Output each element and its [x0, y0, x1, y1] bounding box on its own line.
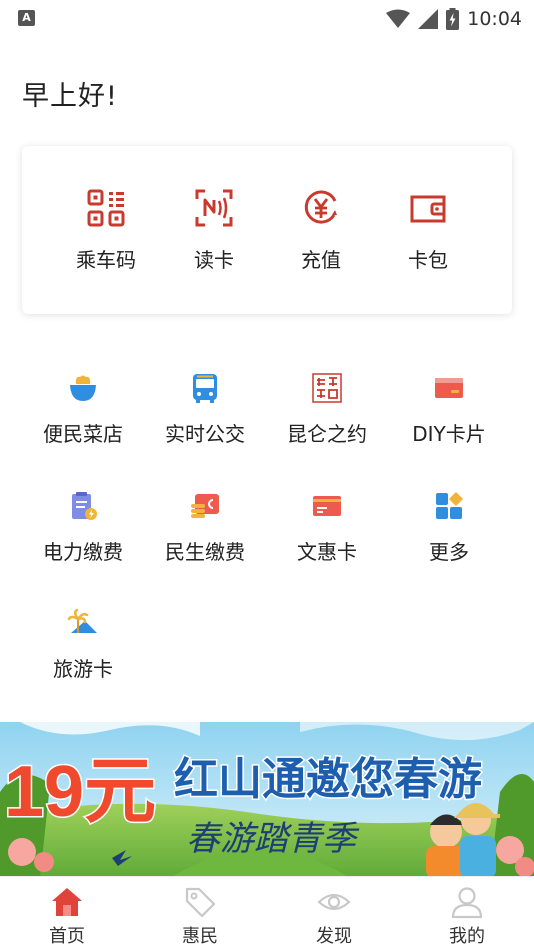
tab-benefits-label: 惠民 — [182, 926, 218, 947]
tab-home-label: 首页 — [49, 926, 85, 947]
kunlun-seal-icon — [312, 373, 342, 403]
wallet-payment-icon — [191, 494, 219, 518]
service-label: 民生缴费 — [165, 540, 245, 564]
card-icon — [435, 378, 463, 398]
qr-code-icon — [87, 189, 125, 227]
service-culture-card[interactable]: 文惠卡 — [266, 490, 388, 565]
bus-icon — [193, 374, 217, 403]
yuan-recharge-icon — [304, 190, 337, 224]
tag-icon — [185, 887, 216, 918]
more-grid-icon — [436, 492, 463, 519]
banner-headline: 红山通邀您春游 — [174, 754, 482, 805]
service-label: 文惠卡 — [297, 540, 357, 564]
status-icons: 10:04 — [386, 6, 522, 32]
banner-subtitle: 春游踏青季 — [186, 819, 360, 859]
recharge-label: 充值 — [301, 248, 341, 272]
travel-palm-icon — [67, 608, 97, 633]
service-label: 旅游卡 — [53, 657, 113, 681]
cell-signal-icon — [418, 9, 439, 29]
read-card-button[interactable]: 读卡 — [160, 188, 268, 273]
tab-discover-label: 发现 — [316, 926, 352, 947]
culture-card-icon — [313, 496, 341, 516]
service-label: 便民菜店 — [43, 422, 123, 446]
eye-icon — [317, 893, 351, 911]
service-electric-bill[interactable]: 电力缴费 — [22, 490, 144, 565]
service-convenience-veg[interactable]: 便民菜店 — [22, 372, 144, 447]
vegetable-basket-icon — [70, 375, 96, 401]
wifi-icon — [386, 9, 411, 28]
service-label: 更多 — [429, 540, 469, 564]
service-travel-card[interactable]: 旅游卡 — [22, 607, 144, 682]
promo-banner-art: 19元 红山通邀您春游 春游踏青季 — [0, 722, 534, 878]
primary-action-card: 乘车码 读卡 充值 卡包 — [22, 146, 512, 314]
banner-price: 19元 — [4, 752, 156, 832]
service-realtime-bus[interactable]: 实时公交 — [144, 372, 266, 447]
recharge-button[interactable]: 充值 — [267, 188, 375, 273]
service-more[interactable]: 更多 — [388, 490, 510, 565]
service-label: 实时公交 — [165, 422, 245, 446]
wallet-icon — [410, 195, 446, 223]
greeting: 早上好! — [22, 81, 118, 112]
person-icon — [451, 887, 483, 919]
electric-bill-icon — [72, 492, 97, 520]
nfc-read-icon — [195, 189, 233, 227]
card-wallet-label: 卡包 — [408, 248, 448, 272]
status-bar: A 10:04 — [0, 0, 534, 38]
promo-banner[interactable]: 19元 红山通邀您春游 春游踏青季 — [0, 722, 534, 878]
card-wallet-button[interactable]: 卡包 — [374, 188, 482, 273]
a-notification-icon: A — [18, 10, 35, 26]
ride-code-label: 乘车码 — [76, 248, 136, 272]
tab-discover[interactable]: 发现 — [289, 885, 379, 948]
tab-benefits[interactable]: 惠民 — [155, 885, 245, 948]
read-card-label: 读卡 — [194, 248, 234, 272]
ride-code-button[interactable]: 乘车码 — [52, 188, 160, 273]
tab-mine-label: 我的 — [449, 926, 485, 947]
status-time: 10:04 — [467, 8, 522, 30]
service-diy-card[interactable]: DIY卡片 — [388, 372, 510, 447]
home-icon — [52, 888, 82, 916]
service-livelihood-bill[interactable]: 民生缴费 — [144, 490, 266, 565]
bottom-tab-bar: 首页 惠民 发现 我的 — [0, 876, 534, 950]
service-label: DIY卡片 — [412, 422, 486, 446]
tab-mine[interactable]: 我的 — [422, 885, 512, 948]
service-label: 昆仑之约 — [287, 422, 367, 446]
battery-charging-icon — [446, 8, 460, 30]
service-label: 电力缴费 — [43, 540, 123, 564]
tab-home[interactable]: 首页 — [22, 885, 112, 948]
service-kunlun[interactable]: 昆仑之约 — [266, 372, 388, 447]
